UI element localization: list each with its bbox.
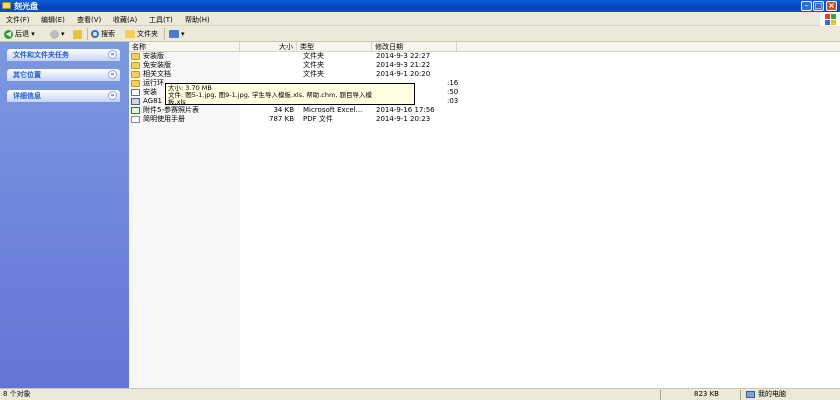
excel-file-icon [131,107,140,114]
file-modified: 2014-9-1 20:23 [376,115,431,123]
up-button[interactable] [73,28,84,40]
status-bar: 8 个对象 823 KB 我的电脑 [0,388,840,400]
back-button[interactable]: ◀ 后退 ▾ [4,28,35,40]
application-icon [131,98,140,105]
file-type: 文件夹 [303,61,324,69]
chevron-down-icon[interactable]: » [108,91,117,100]
menu-edit[interactable]: 编辑(E) [41,15,65,25]
file-name: 简明使用手册 [143,115,185,123]
menu-file[interactable]: 文件(F) [6,15,30,25]
my-computer-icon [746,391,755,398]
menu-tools[interactable]: 工具(T) [149,15,173,25]
file-modified: 2014-9-3 22:27 [376,52,431,60]
toolbar-separator [87,28,88,40]
panel-details[interactable]: 详细信息 » [7,90,120,102]
windows-logo-icon [820,12,840,26]
window-title: 刻光盘 [14,2,38,11]
column-type[interactable]: 类型 [297,42,372,52]
menu-bar: 文件(F) 编辑(E) 查看(V) 收藏(A) 工具(T) 帮助(H) [0,12,840,26]
file-type: 文件夹 [303,70,324,78]
list-item[interactable]: 相关文档 文件夹 2014-9-1 20:20 [129,70,840,79]
file-name: 运行环 [143,79,164,87]
menu-help[interactable]: 帮助(H) [185,15,210,25]
file-type: Microsoft Excel... [303,106,363,114]
back-label: 后退 [15,30,29,38]
file-size: 787 KB [269,115,294,123]
panel-file-folder-tasks[interactable]: 文件和文件夹任务 » [7,49,120,61]
tooltip-files-line: 文件: 图5-1.jpg, 图9-1.jpg, 学生导入模板.xls, 帮助.c… [168,91,372,99]
file-modified: :50 [447,88,459,96]
location-label: 我的电脑 [758,390,786,398]
folders-icon [125,30,135,38]
chevron-down-icon[interactable]: » [108,70,117,79]
object-count: 8 个对象 [3,390,31,398]
file-name: 相关文档 [143,70,171,78]
forward-button[interactable]: ▾ [50,28,65,40]
folder-up-icon [73,29,82,39]
status-separator [660,390,661,400]
tooltip-files-line-cont: 板.xls [168,98,186,106]
file-modified: 2014-9-1 20:20 [376,70,431,78]
menu-favorites[interactable]: 收藏(A) [113,15,137,25]
search-label: 搜索 [101,30,115,38]
panel-other-places[interactable]: 其它位置 » [7,69,120,81]
file-modified: 2014-9-3 21:22 [376,61,431,69]
views-icon [169,30,179,38]
list-item[interactable]: 附件5-参赛照片表 34 KB Microsoft Excel... 2014-… [129,106,840,115]
folder-icon [131,53,140,60]
folders-label: 文件夹 [137,30,158,38]
task-pane: 文件和文件夹任务 » 其它位置 » 详细信息 » [0,42,129,388]
document-icon [131,89,140,96]
views-button[interactable]: ▾ [169,28,185,40]
list-item[interactable]: 免安装版 文件夹 2014-9-3 21:22 [129,61,840,70]
panel-title: 详细信息 [13,92,41,100]
column-modified[interactable]: 修改日期 [372,42,457,52]
search-icon [91,30,99,38]
file-size: 34 KB [273,106,294,114]
menu-view[interactable]: 查看(V) [77,15,101,25]
minimize-button[interactable]: – [801,1,812,11]
file-modified: :16 [447,79,459,87]
folders-button[interactable]: 文件夹 [125,28,158,40]
panel-title: 其它位置 [13,71,41,79]
toolbar: ◀ 后退 ▾ ▾ 搜索 文件夹 ▾ [0,26,840,42]
title-bar: 刻光盘 – □ × [0,0,840,12]
column-header: 名称 大小 类型 修改日期 [129,42,840,52]
folder-icon [2,2,11,9]
folder-icon [131,62,140,69]
toolbar-separator [164,28,165,40]
maximize-button[interactable]: □ [813,1,824,11]
close-button[interactable]: × [826,1,837,11]
file-name: 安装版 [143,52,164,60]
panel-title: 文件和文件夹任务 [13,51,69,59]
file-type: PDF 文件 [303,115,333,123]
file-modified: :03 [447,97,459,105]
status-separator [740,390,741,400]
file-modified: 2014-9-16 17:56 [376,106,435,114]
back-arrow-icon: ◀ [4,29,13,39]
forward-arrow-icon [50,29,59,39]
file-name: 免安装版 [143,61,171,69]
column-name[interactable]: 名称 [129,42,240,52]
file-type: 文件夹 [303,52,324,60]
chevron-down-icon[interactable]: » [108,50,117,59]
list-item[interactable]: 安装版 文件夹 2014-9-3 22:27 [129,52,840,61]
column-size[interactable]: 大小 [240,42,297,52]
file-info-tooltip: 大小: 3.70 MB 文件: 图5-1.jpg, 图9-1.jpg, 学生导入… [165,83,415,106]
folder-icon [131,80,140,87]
pdf-file-icon [131,116,140,123]
total-size: 823 KB [694,390,719,398]
file-name: AG81 [143,97,162,105]
search-button[interactable]: 搜索 [91,28,115,40]
file-name: 安装 [143,88,157,96]
file-name: 附件5-参赛照片表 [143,106,199,114]
list-item[interactable]: 简明使用手册 787 KB PDF 文件 2014-9-1 20:23 [129,115,840,124]
folder-icon [131,71,140,78]
